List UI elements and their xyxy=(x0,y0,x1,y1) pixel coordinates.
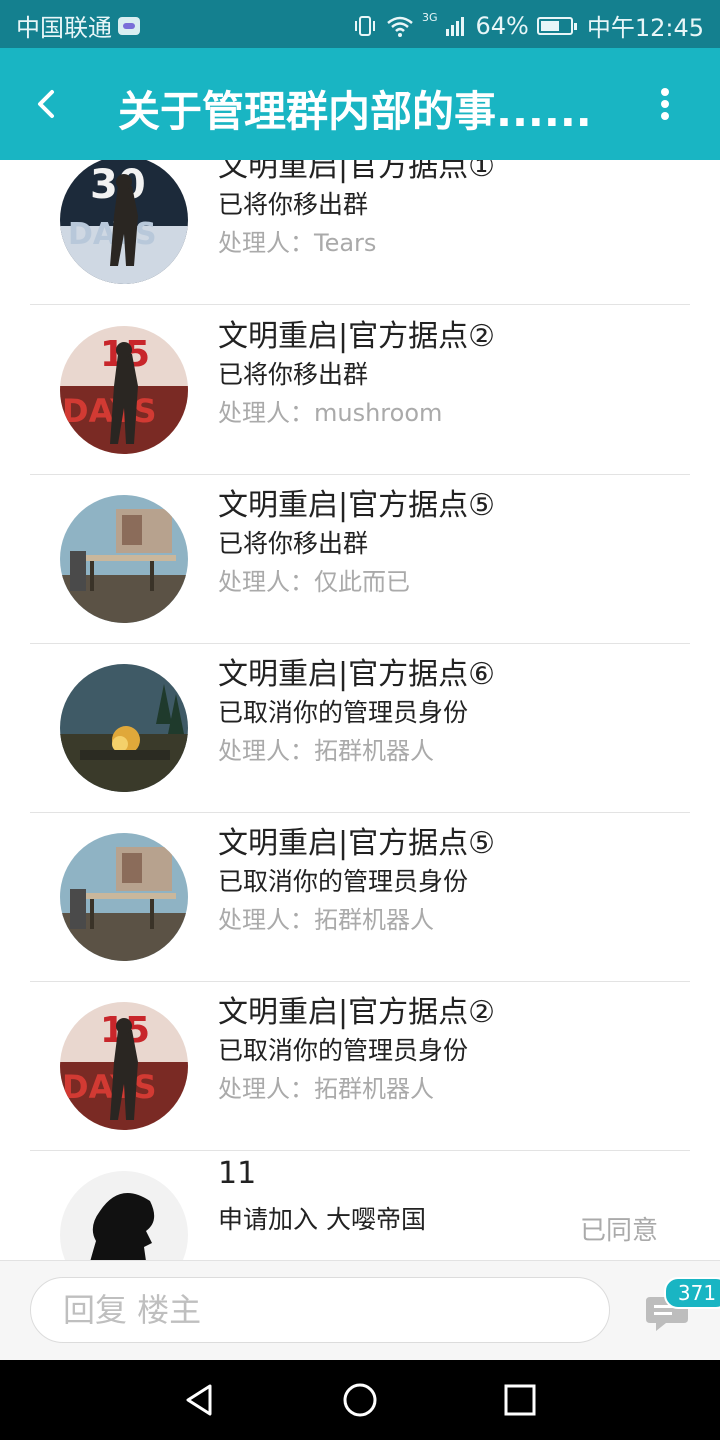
notification-list[interactable]: 30 DAYS 文明重启|官方据点① 已将你移出群 处理人：Tears 15 D… xyxy=(0,160,720,1260)
handler-text: 处理人：拓群机器人 xyxy=(218,737,434,765)
vibrate-icon xyxy=(354,15,375,36)
list-item[interactable]: 文明重启|官方据点⑥ 已取消你的管理员身份 处理人：拓群机器人 xyxy=(30,643,690,813)
handler-text: 处理人：Tears xyxy=(218,229,377,257)
avatar: 15 DAYS xyxy=(60,326,188,454)
action-text: 已取消你的管理员身份 xyxy=(218,698,469,727)
group-name: 文明重启|官方据点② xyxy=(218,319,496,354)
action-text: 申请加入 大嘤帝国 xyxy=(218,1205,426,1234)
network-type-label: 3G xyxy=(421,11,438,24)
avatar-15-days-image: 15 DAYS xyxy=(60,326,188,454)
circle-home-icon[interactable] xyxy=(340,1380,380,1420)
page-title: 关于管理群内部的事...... xyxy=(118,87,592,136)
group-name: 文明重启|官方据点⑤ xyxy=(218,826,496,861)
handler-text: 处理人：拓群机器人 xyxy=(218,1075,434,1103)
group-name: 文明重启|官方据点② xyxy=(218,995,496,1030)
status-bar: 中国联通 3G 64% 中午12:45 xyxy=(0,0,720,48)
action-text: 已将你移出群 xyxy=(218,360,369,389)
list-item[interactable]: 30 DAYS 文明重启|官方据点① 已将你移出群 处理人：Tears xyxy=(30,160,690,305)
list-item[interactable]: 文明重启|官方据点⑤ 已取消你的管理员身份 处理人：拓群机器人 xyxy=(30,812,690,982)
avatar xyxy=(60,1171,188,1260)
avatar-billboard-image xyxy=(60,495,188,623)
avatar-silhouette-image xyxy=(60,1171,188,1260)
list-item[interactable]: 15 DAYS 文明重启|官方据点② 已将你移出群 处理人：mushroom xyxy=(30,305,690,475)
status-right: 3G 64% 中午12:45 xyxy=(352,8,704,43)
handler-text: 处理人：拓群机器人 xyxy=(218,906,434,934)
avatar-billboard-image xyxy=(60,833,188,961)
svg-text:DAYS: DAYS xyxy=(62,1068,156,1106)
signal-icon xyxy=(446,16,465,36)
avatar-battle-image xyxy=(60,664,188,792)
triangle-back-icon[interactable] xyxy=(180,1380,220,1420)
list-item[interactable]: 文明重启|官方据点⑤ 已将你移出群 处理人：仅此而已 xyxy=(30,474,690,644)
status-left: 中国联通 xyxy=(16,8,140,43)
battery-icon xyxy=(536,16,577,35)
comment-count-badge: 371 xyxy=(664,1277,720,1309)
group-name: 11 xyxy=(218,1156,257,1191)
reply-input[interactable]: 回复 楼主 xyxy=(30,1277,610,1343)
action-text: 已取消你的管理员身份 xyxy=(218,867,469,896)
svg-text:DAYS: DAYS xyxy=(62,392,156,430)
app-bar: 关于管理群内部的事...... xyxy=(0,48,720,160)
reply-bar: 回复 楼主 371 xyxy=(0,1260,720,1361)
carrier-label: 中国联通 xyxy=(16,14,112,42)
action-text: 已取消你的管理员身份 xyxy=(218,1036,469,1065)
chevron-left-icon[interactable] xyxy=(28,84,68,124)
avatar xyxy=(60,664,188,792)
action-text: 已将你移出群 xyxy=(218,529,369,558)
clock: 中午12:45 xyxy=(586,14,704,42)
avatar-30-days-image: 30 DAYS xyxy=(60,160,188,284)
handler-text: 处理人：mushroom xyxy=(218,399,443,427)
battery-level-fill xyxy=(540,20,559,31)
list-item[interactable]: 11 申请加入 大嘤帝国 已同意 xyxy=(30,1150,690,1260)
system-nav-bar xyxy=(0,1360,720,1440)
wifi-icon xyxy=(387,16,413,37)
group-name: 文明重启|官方据点① xyxy=(218,160,496,184)
avatar xyxy=(60,495,188,623)
avatar xyxy=(60,833,188,961)
group-name: 文明重启|官方据点⑤ xyxy=(218,488,496,523)
group-name: 文明重启|官方据点⑥ xyxy=(218,657,496,692)
more-vertical-icon[interactable] xyxy=(650,84,680,124)
notification-icon xyxy=(118,16,140,35)
list-item[interactable]: 15 DAYS 文明重启|官方据点② 已取消你的管理员身份 处理人：拓群机器人 xyxy=(30,981,690,1151)
handler-text: 处理人：仅此而已 xyxy=(218,568,410,596)
avatar: 30 DAYS xyxy=(60,160,188,284)
action-text: 已将你移出群 xyxy=(218,190,369,219)
battery-percent: 64% xyxy=(475,11,529,40)
request-status: 已同意 xyxy=(579,1216,658,1246)
avatar-15-days-image: 15 DAYS xyxy=(60,1002,188,1130)
square-recents-icon[interactable] xyxy=(500,1380,540,1420)
avatar: 15 DAYS xyxy=(60,1002,188,1130)
